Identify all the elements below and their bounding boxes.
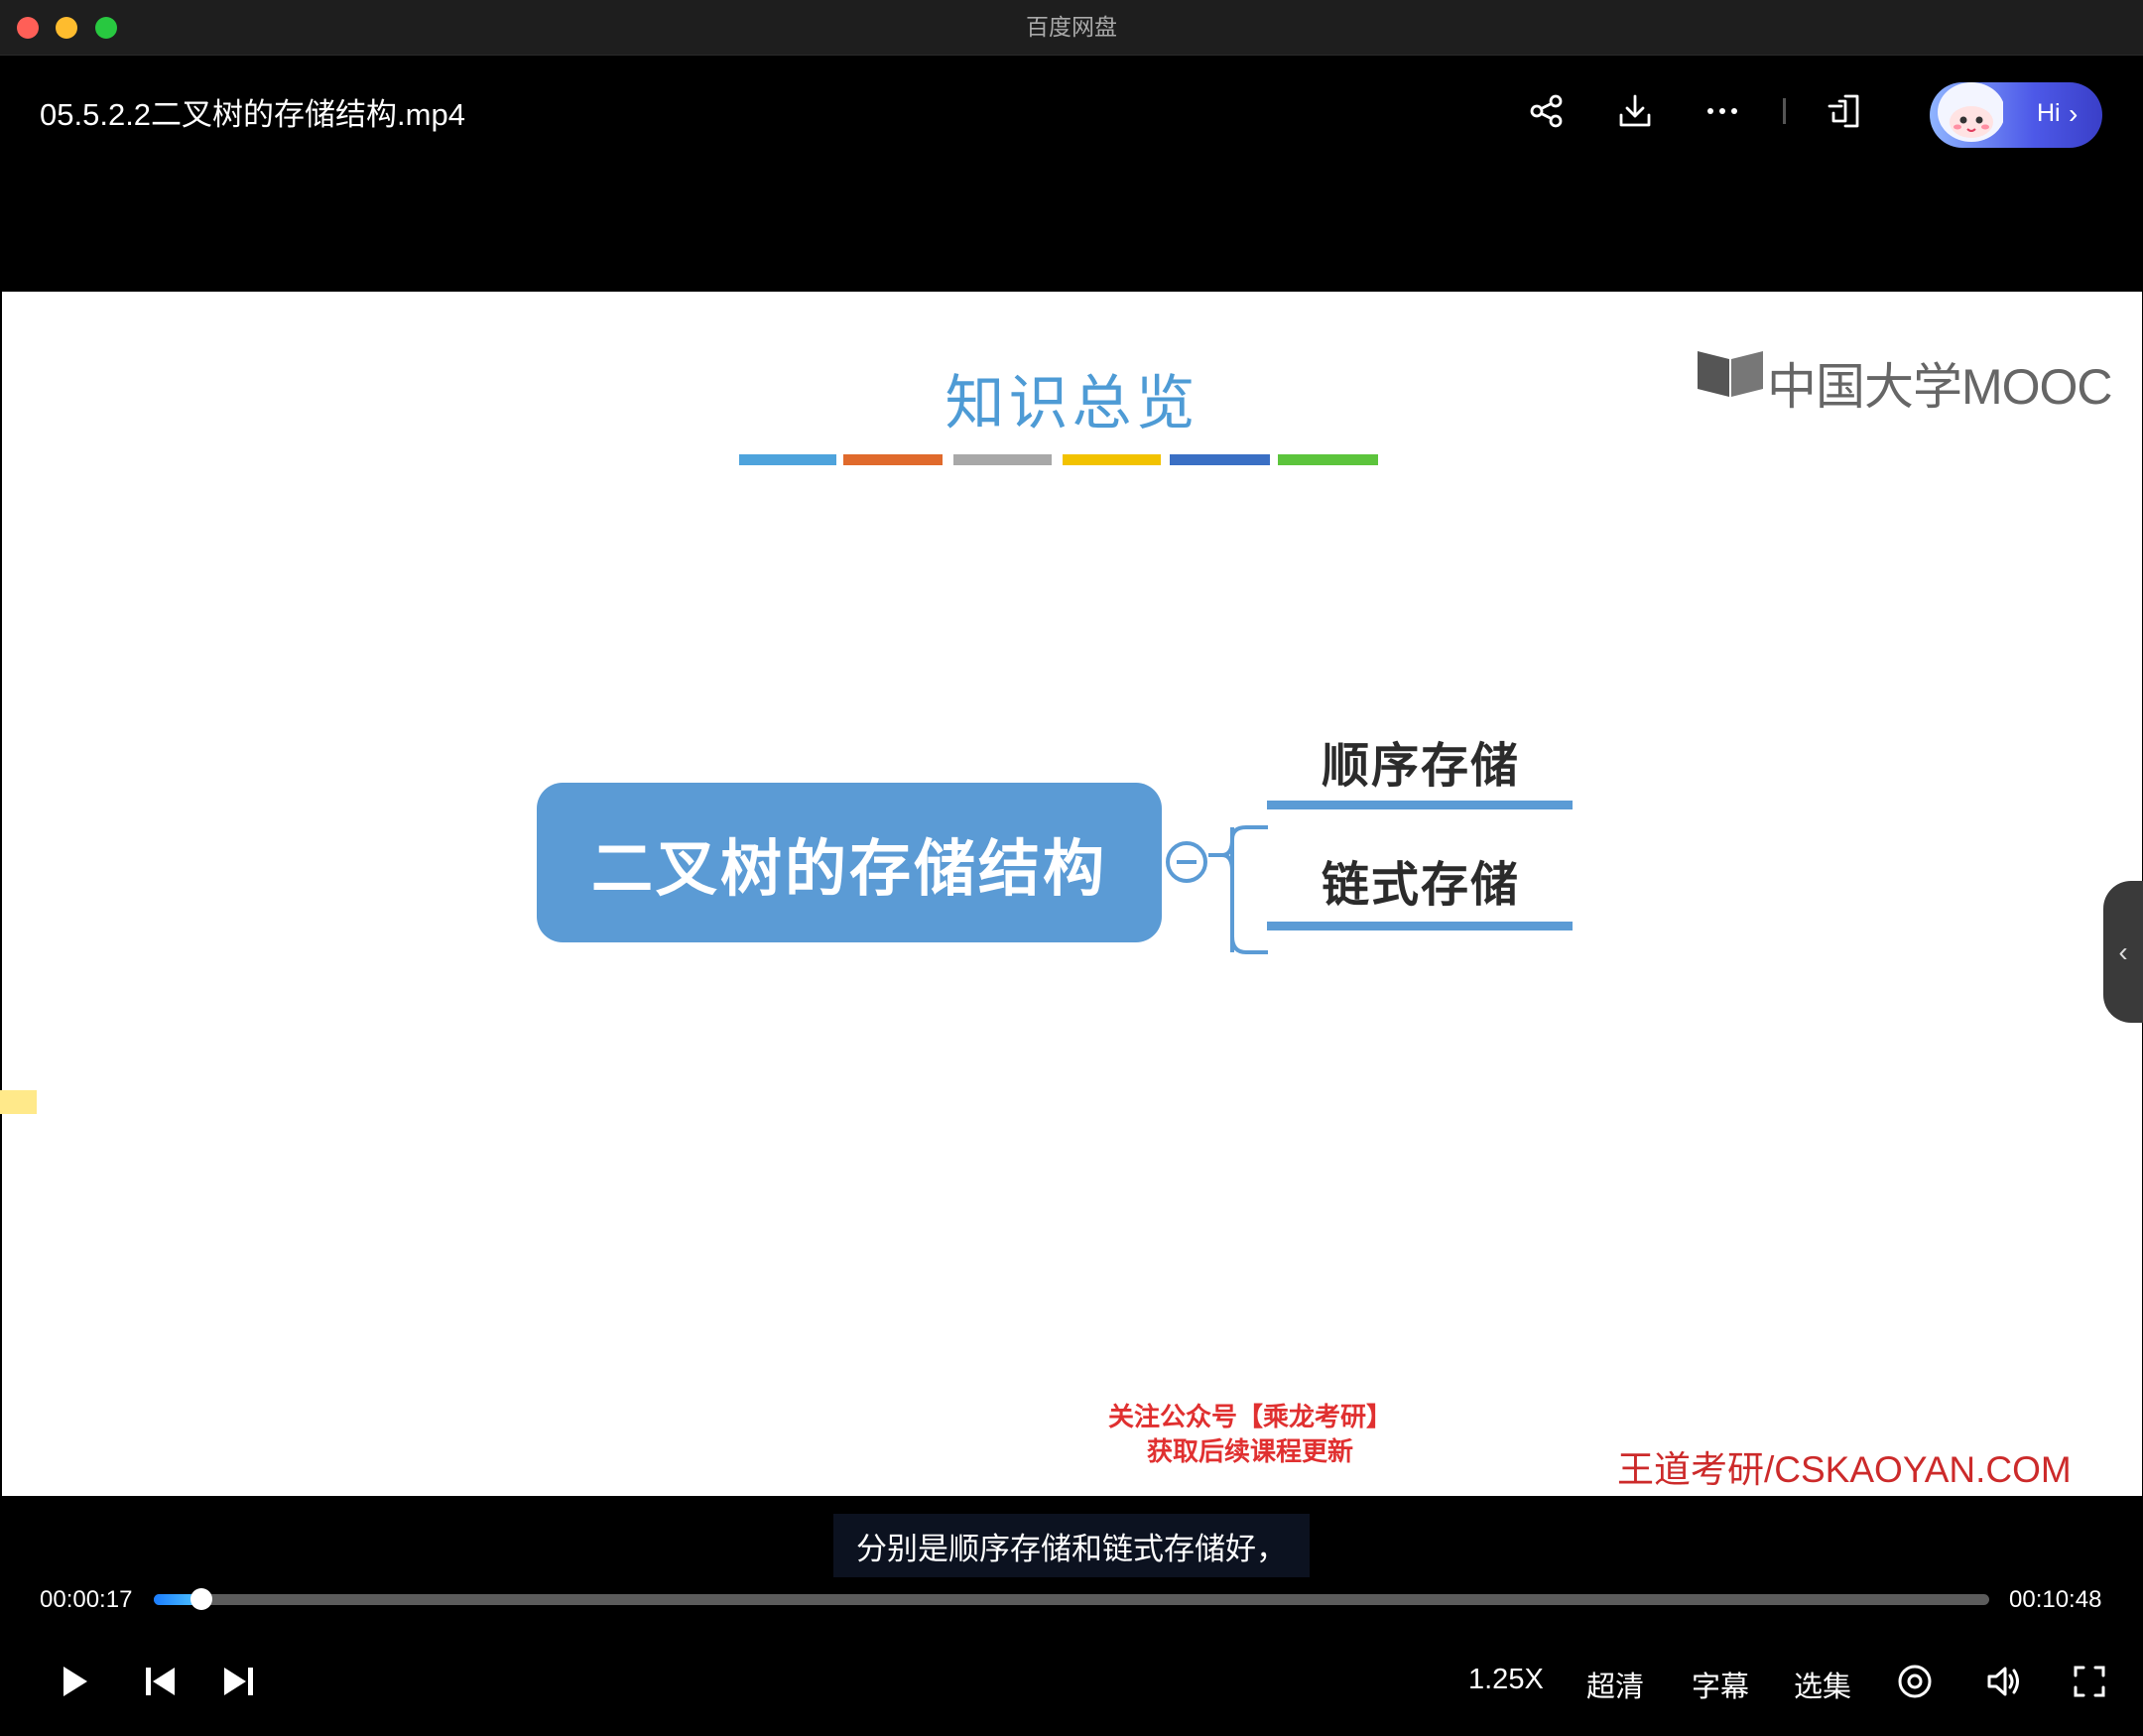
- mindmap-root-node: 二叉树的存储结构: [537, 783, 1162, 942]
- skip-next-icon: [224, 1668, 253, 1695]
- color-bar-2: [843, 454, 943, 465]
- watermark-line: 关注公众号【乘龙考研】: [1107, 1403, 1392, 1432]
- speed-button[interactable]: 1.25X: [1468, 1664, 1544, 1696]
- share-button[interactable]: [1521, 85, 1573, 137]
- quality-button[interactable]: 超清: [1586, 1664, 1644, 1705]
- share-icon: [1530, 94, 1563, 128]
- video-subtitle: 分别是顺序存储和链式存储好，: [833, 1514, 1310, 1577]
- side-panel-toggle[interactable]: ‹: [2103, 881, 2143, 1023]
- mooc-logo-text: 中国大学MOOC: [1767, 359, 2113, 415]
- progress-handle[interactable]: [190, 1588, 213, 1610]
- color-bar-5: [1170, 454, 1270, 465]
- skip-previous-icon: [146, 1668, 175, 1695]
- color-bar-1: [739, 454, 836, 465]
- target-icon: [1898, 1665, 1932, 1698]
- app-title: 百度网盘: [1026, 14, 1117, 40]
- assistant-label: Hi: [2037, 99, 2061, 127]
- chevron-left-icon: ‹: [2118, 935, 2128, 967]
- assistant-avatar-icon: [1938, 82, 2003, 142]
- volume-icon: [1987, 1667, 2019, 1696]
- play-icon: [63, 1667, 87, 1696]
- mooc-logo: 中国大学MOOC: [1696, 345, 2113, 415]
- next-button[interactable]: [214, 1658, 262, 1705]
- more-icon: [1707, 108, 1737, 114]
- captions-button[interactable]: 字幕: [1692, 1664, 1749, 1705]
- color-bar-4: [1063, 454, 1161, 465]
- progress-bar[interactable]: [154, 1588, 1989, 1610]
- video-frame[interactable]: 知识总览 中国大学MOOC 二叉树的存储结构 顺序存储 链式存储 关注公众号【乘…: [2, 292, 2142, 1496]
- child-underline: [1267, 801, 1573, 809]
- episodes-button[interactable]: 选集: [1794, 1664, 1851, 1705]
- mindmap-child-node: 顺序存储: [1322, 740, 1521, 793]
- float-window-icon: [1828, 94, 1859, 128]
- watermark-site: 王道考研/CSKAOYAN.COM: [1617, 1449, 2072, 1490]
- previous-button[interactable]: [137, 1658, 185, 1705]
- header-divider: [1783, 98, 1786, 124]
- color-bar-6: [1278, 454, 1378, 465]
- video-file-title: 05.5.2.2二叉树的存储结构.mp4: [40, 97, 465, 132]
- more-button[interactable]: [1697, 85, 1748, 137]
- note-marker[interactable]: [0, 1090, 37, 1114]
- volume-button[interactable]: [1980, 1658, 2028, 1705]
- fullscreen-button[interactable]: [2066, 1658, 2113, 1705]
- mindmap-child-node: 链式存储: [1322, 859, 1521, 912]
- ai-assistant-button[interactable]: Hi ›: [1930, 82, 2102, 148]
- color-bar-3: [953, 454, 1052, 465]
- child-underline: [1267, 922, 1573, 930]
- current-time: 00:00:17: [40, 1586, 133, 1613]
- window-title-bar: 百度网盘: [0, 0, 2143, 56]
- mooc-book-icon: [1698, 351, 1763, 397]
- fullscreen-icon: [2074, 1666, 2105, 1697]
- picture-settings-button[interactable]: [1891, 1658, 1939, 1705]
- float-window-button[interactable]: [1818, 85, 1869, 137]
- watermark-line: 获取后续课程更新: [1146, 1437, 1353, 1467]
- play-button[interactable]: [50, 1658, 97, 1705]
- download-button[interactable]: [1609, 85, 1661, 137]
- download-icon: [1619, 94, 1651, 127]
- total-time: 00:10:48: [2009, 1586, 2102, 1613]
- chevron-right-icon: ›: [2069, 98, 2079, 129]
